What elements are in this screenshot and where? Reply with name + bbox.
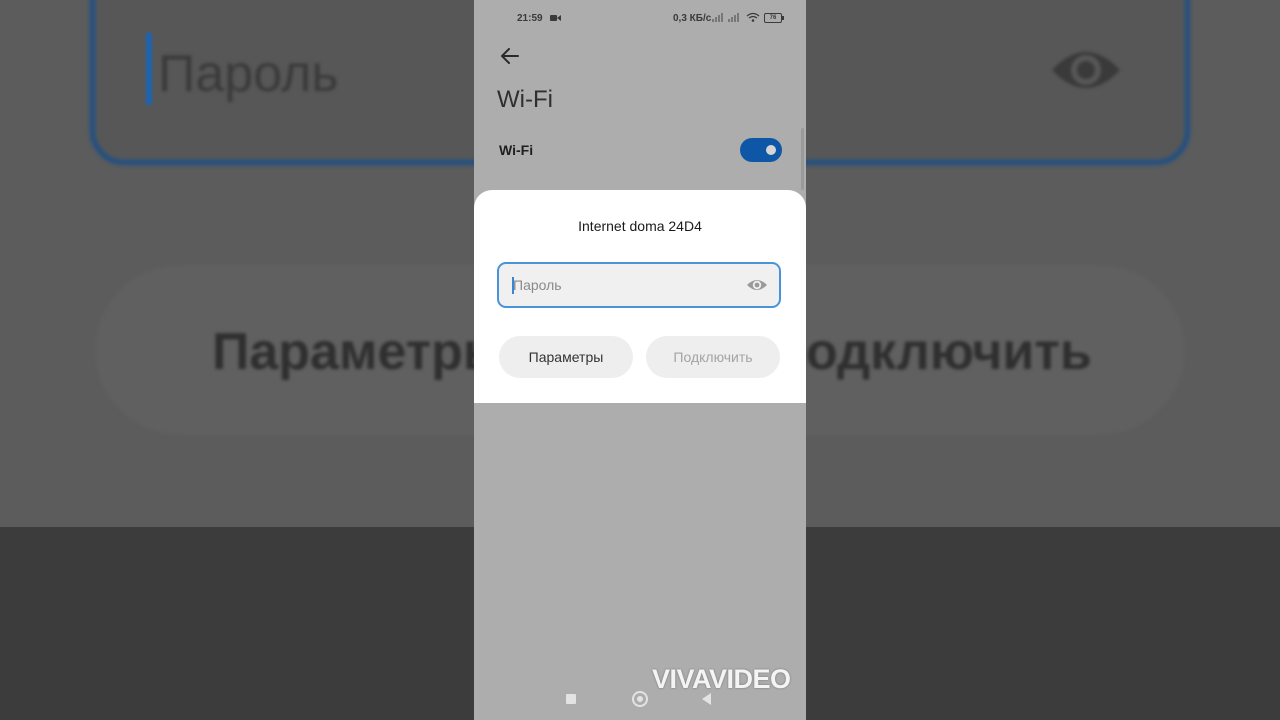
video-camera-icon (550, 15, 561, 21)
status-time: 21:59 (517, 13, 543, 24)
connect-button[interactable]: Подключить (646, 336, 780, 378)
background-button-right-text: одключить (806, 323, 1092, 381)
scrollbar (801, 128, 804, 190)
background-cursor (146, 33, 152, 105)
wifi-icon (746, 12, 760, 22)
dialog-title: Internet doma 24D4 (578, 218, 702, 234)
status-bar: 21:59 0,3 КБ/с 76 (474, 0, 806, 38)
arrow-left-icon[interactable] (498, 44, 522, 68)
home-button[interactable] (632, 691, 648, 707)
password-input[interactable] (513, 275, 733, 295)
params-button[interactable]: Параметры (499, 336, 633, 378)
background-field-text: Пароль (158, 45, 339, 103)
phone-screen: 21:59 0,3 КБ/с 76 Wi-Fi Wi-Fi Internet d… (474, 0, 806, 720)
password-field[interactable] (497, 262, 781, 308)
background-button-left-text: Параметры (212, 323, 508, 381)
status-net-speed: 0,3 КБ/с (673, 13, 712, 24)
background-eye-icon (1052, 52, 1120, 88)
signal-icon (712, 13, 739, 22)
wifi-password-dialog: Internet doma 24D4 Параметры Подключить (474, 190, 806, 403)
page-title: Wi-Fi (497, 86, 553, 113)
eye-icon[interactable] (746, 277, 768, 293)
vivavideo-watermark: VIVAVIDEO (652, 664, 791, 694)
wifi-toggle-knob (766, 145, 776, 155)
wifi-toggle[interactable] (740, 138, 782, 162)
recent-apps-button[interactable] (566, 694, 576, 704)
battery-indicator: 76 (764, 13, 784, 23)
wifi-toggle-label: Wi-Fi (499, 142, 534, 158)
